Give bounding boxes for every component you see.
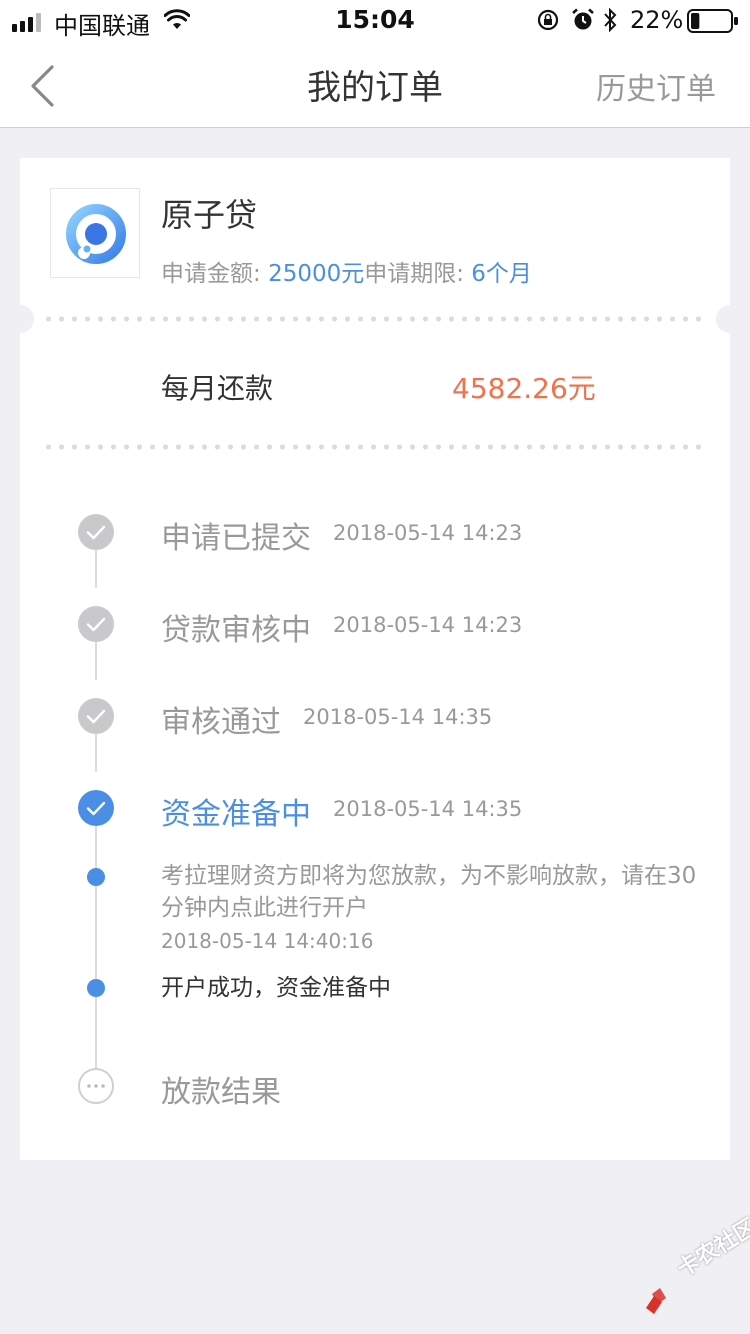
amount-label: 申请金额:: [161, 261, 261, 287]
monthly-repayment-label: 每月还款: [161, 372, 274, 405]
step-complete-check-icon: [78, 698, 114, 734]
dotted-divider: [42, 444, 708, 450]
alarm-icon: [572, 8, 594, 30]
step-time: 2018-05-14 14:35: [303, 705, 493, 729]
sub-event-dot: [87, 868, 105, 886]
application-info: 申请金额: 25000元申请期限: 6个月: [161, 254, 532, 288]
open-account-notice-link[interactable]: 考拉理财资方即将为您放款，为不影响放款，请在30分钟内点此进行开户: [161, 860, 701, 924]
ticket-notch-right: [716, 305, 744, 333]
step-title: 申请已提交: [161, 521, 311, 556]
dotted-divider: [42, 316, 708, 322]
product-name: 原子贷: [161, 196, 258, 234]
history-orders-button[interactable]: 历史订单: [596, 64, 716, 108]
sub-event-time: 2018-05-14 14:40:16: [161, 929, 374, 953]
step-time: 2018-05-14 14:23: [333, 613, 523, 637]
step-complete-check-icon: [78, 514, 114, 550]
status-bar: 中国联通 15:04 22%: [0, 0, 750, 40]
step-active-check-icon: [78, 790, 114, 826]
navigation-bar: 我的订单 历史订单: [0, 40, 750, 128]
step-pending-ellipsis-icon: [78, 1068, 114, 1104]
step-title: 贷款审核中: [161, 613, 311, 648]
ticket-notch-left: [6, 305, 34, 333]
step-time: 2018-05-14 14:23: [333, 521, 523, 545]
monthly-repayment-amount: 4582.26元: [452, 372, 596, 405]
amount-value: 25000元: [268, 261, 365, 287]
order-card: 原子贷 申请金额: 25000元申请期限: 6个月 每月还款 4582.26元 …: [6, 158, 744, 1160]
term-label: 申请期限:: [364, 261, 464, 287]
step-title: 放款结果: [161, 1075, 281, 1110]
step-time: 2018-05-14 14:35: [333, 797, 523, 821]
term-value: 6个月: [471, 261, 532, 287]
atom-loan-logo-icon: [66, 204, 126, 264]
step-title: 审核通过: [161, 705, 281, 740]
step-complete-check-icon: [78, 606, 114, 642]
battery-icon: [687, 9, 738, 33]
step-title-active: 资金准备中: [161, 797, 311, 832]
sub-event-dot: [87, 979, 105, 997]
timeline-connector: [95, 808, 97, 1086]
product-logo: [50, 188, 140, 278]
bluetooth-icon: [604, 7, 617, 33]
rotation-lock-icon: [537, 9, 559, 31]
sub-event-text: 开户成功，资金准备中: [161, 975, 391, 1001]
battery-percent: 22%: [630, 6, 684, 34]
